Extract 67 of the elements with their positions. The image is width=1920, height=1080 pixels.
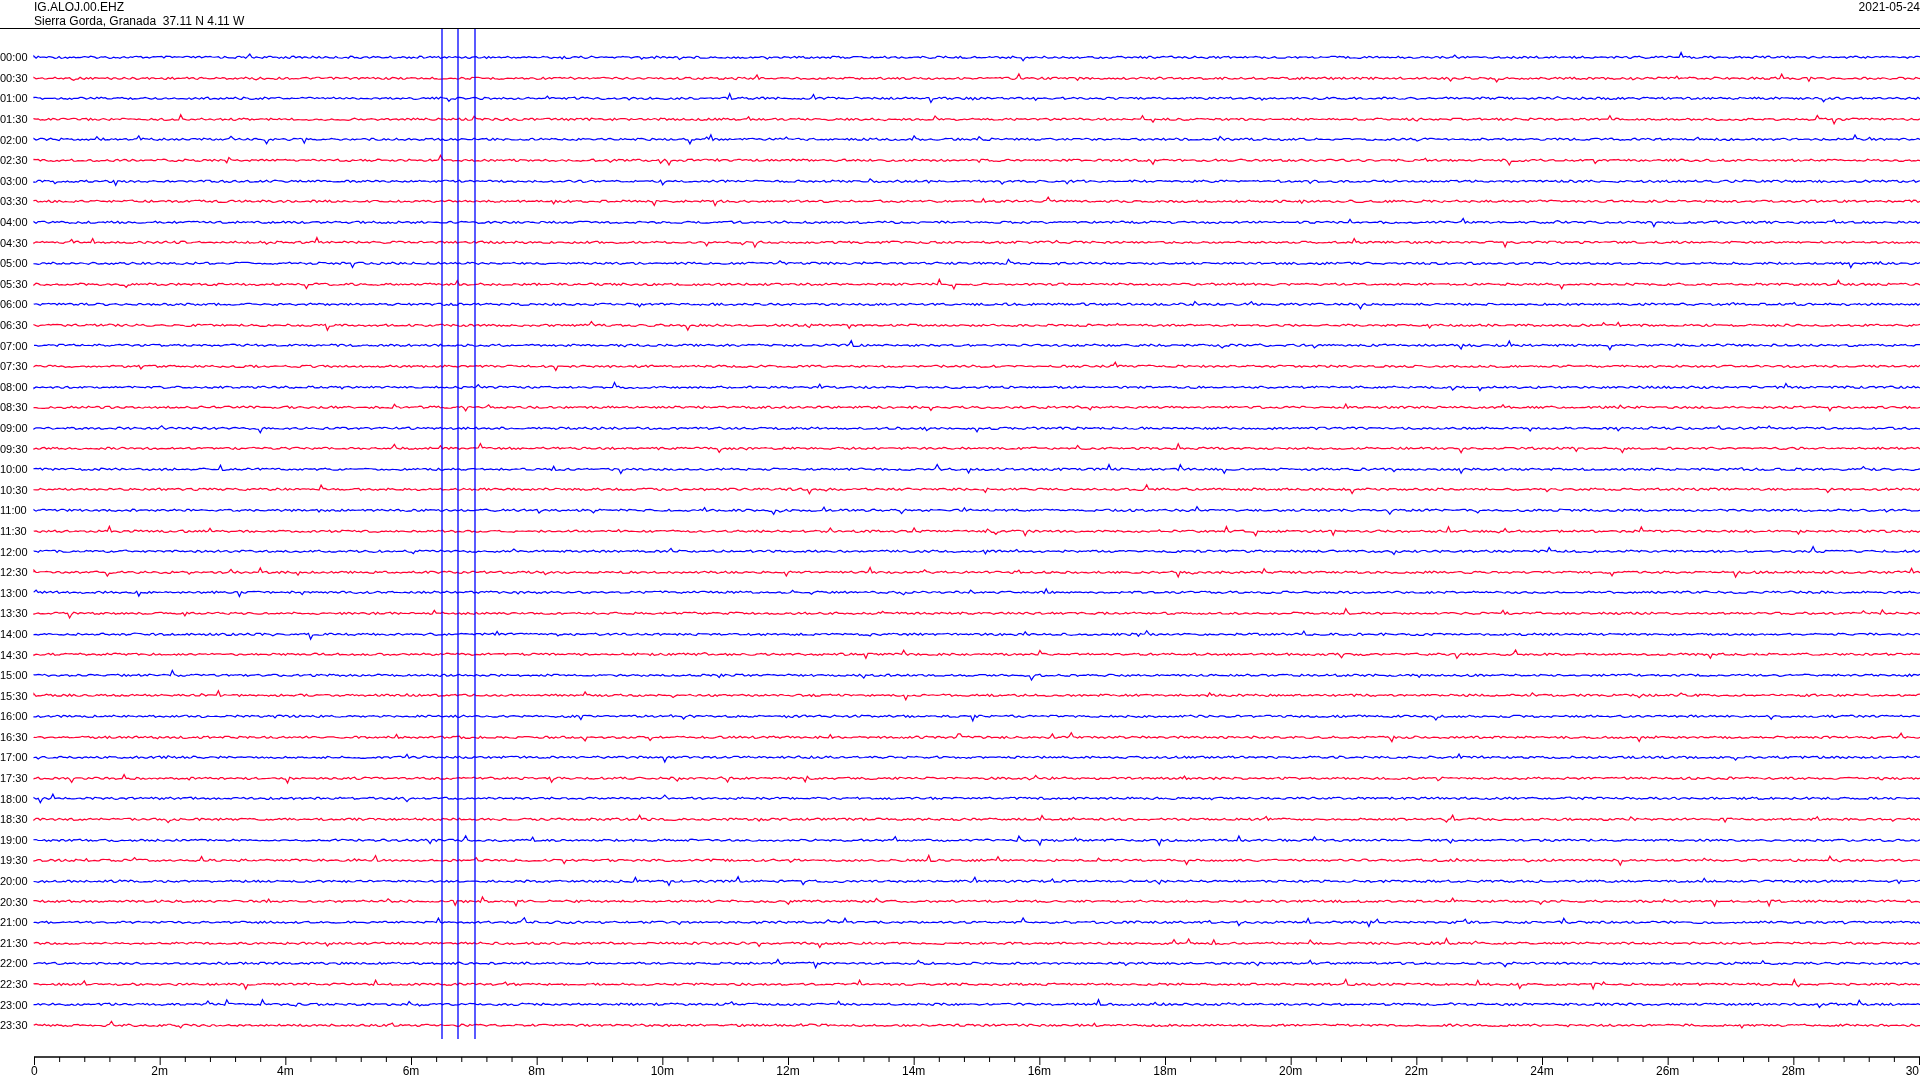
time-label: 12:30	[0, 566, 29, 579]
time-label: 14:00	[0, 627, 29, 640]
time-label: 09:30	[0, 442, 29, 455]
time-label: 13:00	[0, 586, 29, 599]
tick-label: 12m	[776, 1064, 800, 1078]
time-label: 06:30	[0, 319, 29, 331]
time-label: 23:00	[0, 998, 29, 1011]
time-label: 08:00	[0, 380, 29, 393]
time-label: 03:00	[0, 174, 29, 187]
time-label: 07:00	[0, 339, 29, 352]
time-label: 04:00	[0, 216, 29, 229]
time-label: 22:00	[0, 957, 29, 970]
tick-label: 4m	[277, 1064, 294, 1078]
time-label: 23:30	[0, 1019, 29, 1032]
tick-label: 18m	[1153, 1064, 1177, 1078]
tick-label: 10m	[650, 1064, 674, 1078]
time-label: 10:30	[0, 483, 29, 496]
time-label: 20:30	[0, 895, 29, 908]
time-label: 21:30	[0, 936, 29, 949]
tick-label: 26m	[1656, 1064, 1680, 1078]
time-label: 15:00	[0, 669, 29, 682]
time-label: 11:30	[0, 524, 28, 537]
time-label: 01:30	[0, 113, 29, 126]
time-label: 14:30	[0, 648, 29, 661]
time-label: 19:00	[0, 833, 29, 846]
station-code: IG.ALOJ.00.EHZ	[34, 0, 126, 14]
time-label: 19:30	[0, 854, 29, 867]
time-label: 13:30	[0, 607, 29, 620]
station-location: Sierra Gorda, Granada 37.11 N 4.11 W	[34, 14, 245, 28]
time-label: 09:00	[0, 422, 29, 434]
time-label: 03:30	[0, 195, 29, 208]
time-label: 08:30	[0, 401, 29, 414]
tick-label: 24m	[1530, 1064, 1554, 1078]
time-label: 17:30	[0, 772, 29, 785]
tick-label: 0	[31, 1064, 38, 1078]
time-label: 17:00	[0, 751, 29, 764]
tick-label: 14m	[902, 1064, 926, 1078]
tick-label: 16m	[1027, 1064, 1051, 1078]
time-label: 02:30	[0, 154, 29, 167]
time-label: 10:00	[0, 463, 29, 476]
time-label: 16:00	[0, 710, 29, 723]
tick-label: 2m	[151, 1064, 168, 1078]
time-label: 18:30	[0, 813, 29, 826]
time-label: 00:30	[0, 71, 29, 84]
time-label: 12:00	[0, 545, 29, 558]
plot-date: 2021-05-24	[1858, 0, 1920, 14]
time-label: 22:30	[0, 978, 29, 990]
time-label: 01:00	[0, 92, 29, 105]
time-label: 18:00	[0, 792, 29, 805]
tick-label: 20m	[1279, 1064, 1303, 1078]
tick-label: 8m	[528, 1064, 545, 1078]
time-label: 04:30	[0, 236, 29, 249]
time-label: 06:00	[0, 298, 29, 311]
tick-label: 22m	[1404, 1064, 1428, 1078]
tick-label: 28m	[1781, 1064, 1805, 1078]
time-label: 15:30	[0, 689, 29, 702]
tick-label: 6m	[402, 1064, 420, 1078]
time-label: 21:00	[0, 916, 29, 929]
time-label: 02:00	[0, 133, 29, 146]
time-label: 20:00	[0, 875, 29, 888]
time-label: 05:00	[0, 257, 29, 270]
time-label: 00:00	[0, 51, 29, 64]
time-label: 16:30	[0, 730, 29, 743]
time-label: 11:00	[0, 504, 28, 517]
time-label: 05:30	[0, 277, 29, 290]
time-label: 07:30	[0, 360, 29, 373]
tick-label: 30	[1905, 1064, 1919, 1078]
